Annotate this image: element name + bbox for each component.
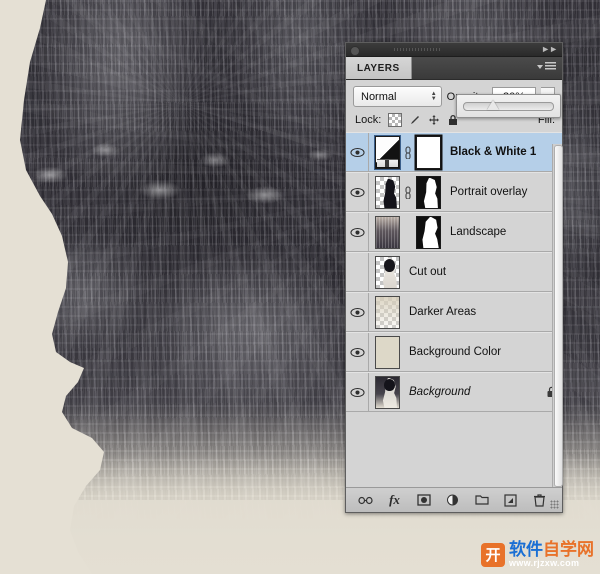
new-adjustment-layer-icon[interactable] (445, 493, 460, 508)
lock-label: Lock: (355, 114, 382, 126)
tab-layers[interactable]: LAYERS (346, 57, 412, 79)
layer-thumbnails (369, 134, 441, 170)
eye-icon (349, 387, 365, 397)
layer-row-darker-areas[interactable]: Darker Areas (346, 292, 562, 332)
layer-row-background[interactable]: Background (346, 372, 562, 412)
layer-visibility-toggle[interactable] (346, 213, 369, 251)
layer-row-portrait-overlay[interactable]: Portrait overlay (346, 172, 562, 212)
tab-layers-label: LAYERS (357, 62, 400, 74)
opacity-slider-thumb[interactable] (486, 99, 499, 110)
blend-mode-value: Normal (361, 90, 397, 103)
watermark-cn-part2: 自学网 (543, 540, 594, 559)
link-layers-icon[interactable] (358, 493, 373, 508)
layer-thumbnail-background-photo[interactable] (375, 375, 400, 409)
layer-name: Landscape (450, 226, 507, 238)
layers-panel-footer: fx (346, 487, 562, 512)
layer-thumbnail-solid-color[interactable] (375, 335, 400, 369)
panel-close-dot-icon[interactable] (350, 45, 360, 56)
layer-name: Cut out (409, 266, 447, 278)
watermark-chinese: 软件自学网 (509, 541, 594, 558)
eye-icon (349, 187, 365, 197)
layer-thumbnail-bw-adjustment[interactable] (374, 134, 401, 170)
delete-layer-icon[interactable] (532, 493, 547, 508)
layer-thumbnail-cutout[interactable] (375, 255, 400, 289)
eye-icon (349, 307, 365, 317)
watermark-cn-part1: 软件 (509, 540, 543, 559)
link-layers-icon[interactable] (404, 145, 412, 159)
layers-panel: ►► LAYERS Normal ▲▼ Opacity: 30% Lock (345, 42, 563, 513)
bw-slider-strip-icon (377, 158, 398, 167)
layer-row-black-and-white-1[interactable]: Black & White 1 (346, 132, 562, 172)
add-layer-mask-icon[interactable] (416, 493, 431, 508)
layer-visibility-toggle[interactable] (346, 293, 369, 331)
layer-name: Black & White 1 (450, 146, 537, 158)
panel-menu-lines-icon (545, 62, 556, 71)
eye-icon (349, 347, 365, 357)
lock-transparency-icon[interactable] (388, 113, 403, 127)
opacity-slider-popup[interactable] (456, 94, 561, 118)
layer-mask-thumbnail-portrait[interactable] (416, 175, 441, 209)
panel-resize-grip[interactable] (550, 500, 559, 509)
eye-icon (349, 147, 365, 157)
watermark-url: www.rjzxw.com (509, 558, 580, 568)
layers-scrollbar[interactable] (552, 144, 563, 494)
layer-thumbnails (369, 295, 400, 329)
layer-name: Portrait overlay (450, 186, 528, 198)
layer-mask-thumbnail-white[interactable] (416, 135, 441, 169)
panel-tabbar: LAYERS (346, 57, 562, 80)
panel-drag-grip[interactable] (394, 48, 442, 51)
layer-thumbnail-forest[interactable] (375, 215, 400, 249)
layer-thumbnails (369, 335, 400, 369)
panel-menu-button[interactable] (537, 62, 556, 71)
layer-visibility-toggle[interactable] (346, 173, 369, 211)
lock-image-icon[interactable] (409, 114, 421, 126)
collapse-panel-icon[interactable]: ►► (541, 44, 558, 54)
layer-name: Darker Areas (409, 306, 477, 318)
layer-name: Background Color (409, 346, 502, 358)
lock-position-icon[interactable] (428, 114, 440, 126)
layer-thumbnails (369, 215, 441, 249)
layer-row-cut-out[interactable]: Cut out (346, 252, 562, 292)
panel-body: Normal ▲▼ Opacity: 30% Lock: (346, 80, 562, 484)
link-layers-icon[interactable] (404, 185, 412, 199)
layer-row-landscape[interactable]: Landscape (346, 212, 562, 252)
blend-mode-select[interactable]: Normal ▲ ▼ (353, 86, 442, 107)
layer-thumbnails (369, 175, 441, 209)
layer-thumbnail-portrait[interactable] (375, 175, 400, 209)
layer-visibility-toggle[interactable] (346, 253, 369, 291)
watermark-logo-icon: 开 (481, 542, 505, 567)
layer-list-empty-area (346, 412, 562, 484)
opacity-slider-track[interactable] (463, 99, 554, 111)
layer-style-fx-icon[interactable]: fx (387, 492, 402, 508)
blend-mode-stepper-icon: ▲ ▼ (430, 90, 437, 102)
layers-scrollbar-thumb[interactable] (554, 145, 563, 487)
layer-visibility-toggle[interactable] (346, 333, 369, 371)
panel-menu-triangle-icon (537, 64, 543, 69)
panel-titlebar[interactable]: ►► (346, 43, 562, 57)
watermark: 开 软件自学网 www.rjzxw.com (481, 541, 594, 568)
layer-row-background-color[interactable]: Background Color (346, 332, 562, 372)
layer-name: Background (409, 386, 471, 398)
eye-icon (349, 227, 365, 237)
layer-list: Black & White 1 Portrait overlay Landsca… (346, 132, 562, 412)
layer-thumbnail-darker-areas[interactable] (375, 295, 400, 329)
new-layer-icon[interactable] (503, 493, 518, 508)
layer-visibility-toggle[interactable] (346, 373, 369, 411)
layer-visibility-toggle[interactable] (346, 133, 369, 171)
layer-thumbnails (369, 255, 400, 289)
new-group-icon[interactable] (474, 493, 489, 508)
layer-mask-thumbnail-head[interactable] (416, 215, 441, 249)
watermark-text: 软件自学网 www.rjzxw.com (509, 541, 594, 568)
layer-thumbnails (369, 375, 400, 409)
